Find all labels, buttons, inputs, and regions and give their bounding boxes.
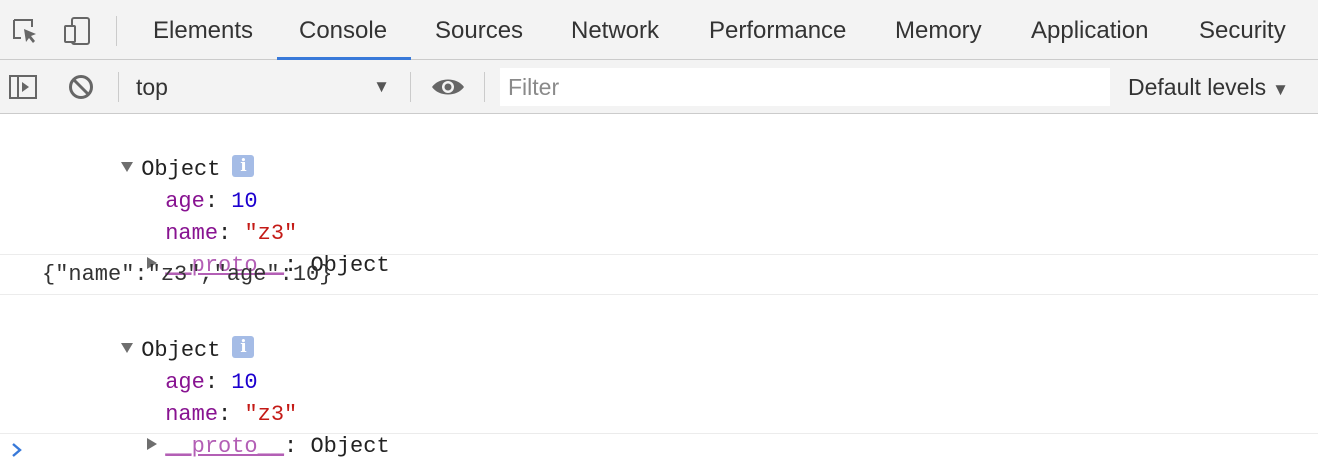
log-text: {"name":"z3","age":10} — [42, 262, 333, 287]
log-levels-dropdown[interactable]: Default levels ▼ — [1128, 60, 1289, 114]
execution-context-value: top — [136, 74, 168, 100]
tab-security[interactable]: Security — [1199, 0, 1286, 60]
clear-console-icon[interactable] — [66, 72, 96, 102]
tab-bar-divider — [116, 16, 117, 46]
tab-performance[interactable]: Performance — [709, 0, 846, 60]
tab-memory[interactable]: Memory — [895, 0, 982, 60]
dropdown-arrow-icon: ▼ — [1272, 80, 1289, 99]
show-sidebar-icon[interactable] — [8, 72, 38, 102]
tab-console[interactable]: Console — [276, 0, 412, 60]
toolbar-divider — [118, 72, 119, 102]
live-expression-eye-icon[interactable] — [430, 72, 466, 102]
object-property: age: 10 — [165, 189, 258, 214]
tab-elements[interactable]: Elements — [153, 0, 253, 60]
console-message: Object i age: 10 name: "z3" __proto__: Ob… — [0, 114, 1318, 278]
object-header[interactable]: Object i — [42, 122, 255, 182]
object-proto[interactable]: __proto__: Object — [68, 218, 390, 278]
object-header[interactable]: Object i — [42, 303, 255, 363]
object-proto[interactable]: __proto__: Object — [68, 399, 390, 459]
inspect-element-icon[interactable] — [10, 16, 40, 46]
console-filter-input[interactable] — [500, 68, 1110, 106]
tab-application[interactable]: Application — [1031, 0, 1148, 60]
toolbar-divider — [484, 72, 485, 102]
console-message: Object i age: 10 name: "z3" __proto__: Ob… — [0, 295, 1318, 459]
console-prompt-icon[interactable] — [10, 440, 24, 460]
console-toolbar: top ▼ Default levels ▼ — [0, 60, 1318, 114]
tab-sources[interactable]: Sources — [435, 0, 523, 60]
devtools-tab-bar: Elements Console Sources Network Perform… — [0, 0, 1318, 60]
object-property: age: 10 — [165, 370, 258, 395]
object-property: name: "z3" — [165, 221, 298, 246]
collapse-triangle-icon[interactable] — [147, 438, 158, 451]
object-property: name: "z3" — [165, 402, 298, 427]
device-toolbar-icon[interactable] — [62, 16, 92, 46]
execution-context-select[interactable]: top ▼ — [136, 60, 400, 114]
console-output: Object i age: 10 name: "z3" __proto__: Ob… — [0, 114, 1318, 474]
dropdown-arrow-icon: ▼ — [373, 77, 390, 96]
log-levels-label: Default levels — [1128, 74, 1267, 100]
console-message: {"name":"z3","age":10} — [0, 255, 1318, 295]
tab-network[interactable]: Network — [571, 0, 659, 60]
toolbar-divider — [410, 72, 411, 102]
